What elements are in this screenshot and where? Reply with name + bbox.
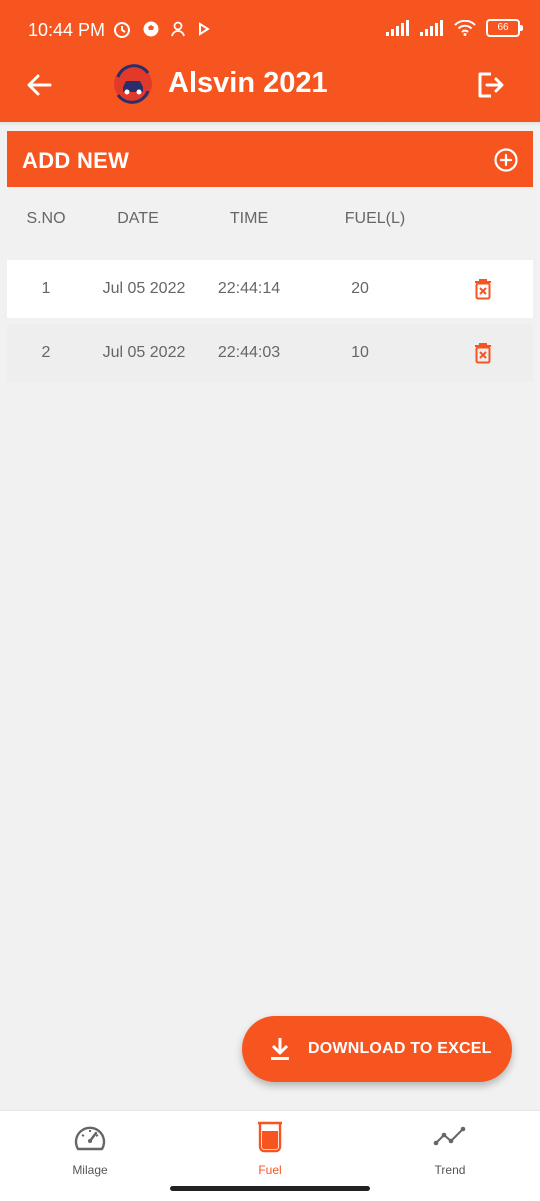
header-date: DATE <box>117 210 159 227</box>
fuel-beaker-icon <box>258 1121 282 1153</box>
add-new-label: ADD NEW <box>22 148 130 173</box>
signal-icon <box>386 20 409 36</box>
appbar-shadow <box>0 122 540 126</box>
row-fuel: 10 <box>351 344 369 361</box>
wifi-icon <box>454 20 476 36</box>
home-indicator[interactable] <box>170 1186 370 1191</box>
logout-icon[interactable] <box>476 70 504 100</box>
nav-trend[interactable]: Trend <box>360 1111 540 1201</box>
play-icon <box>199 22 210 36</box>
row-sno: 2 <box>41 344 51 361</box>
status-time: 10:44 PM <box>28 20 106 40</box>
alarm-icon <box>114 22 130 38</box>
header-fuel: FUEL(L) <box>344 210 406 227</box>
download-excel-button[interactable]: DOWNLOAD TO EXCEL <box>242 1016 512 1082</box>
nav-label: Milage <box>72 1163 108 1177</box>
battery-icon: 66 <box>486 19 523 37</box>
header-sno: S.NO <box>26 210 66 227</box>
nav-milage[interactable]: Milage <box>0 1111 180 1201</box>
speedometer-icon <box>74 1126 106 1151</box>
table-header: S.NO DATE TIME FUEL(L) <box>0 210 540 246</box>
car-logo-icon <box>114 64 152 104</box>
soccer-ball-icon <box>143 21 159 37</box>
status-bar: 10:44 PM 66 <box>0 0 540 60</box>
signal-icon <box>420 20 443 36</box>
header-time: TIME <box>229 210 269 227</box>
nav-label: Fuel <box>258 1163 282 1177</box>
status-left-icons <box>112 19 210 39</box>
row-time: 22:44:03 <box>217 344 281 361</box>
add-new-button[interactable]: ADD NEW <box>7 131 533 187</box>
delete-icon[interactable] <box>473 278 493 300</box>
row-time: 22:44:14 <box>217 280 281 297</box>
table-row: 1 Jul 05 2022 22:44:14 20 <box>7 260 533 318</box>
row-date: Jul 05 2022 <box>102 344 186 361</box>
table-row: 2 Jul 05 2022 22:44:03 10 <box>7 324 533 382</box>
plus-circle-icon[interactable] <box>493 147 519 173</box>
app-bar: 10:44 PM 66 Alsvin 2021 <box>0 0 540 122</box>
arrow-left-icon[interactable] <box>24 70 54 100</box>
status-right-icons: 66 <box>386 19 523 37</box>
download-icon <box>271 1038 289 1060</box>
row-date: Jul 05 2022 <box>102 280 186 297</box>
person-icon <box>171 21 185 37</box>
nav-label: Trend <box>434 1163 466 1177</box>
page-title: Alsvin 2021 <box>168 67 328 99</box>
row-sno: 1 <box>41 280 51 297</box>
row-fuel: 20 <box>351 280 369 297</box>
delete-icon[interactable] <box>473 342 493 364</box>
trend-line-icon <box>433 1126 466 1146</box>
download-excel-label: DOWNLOAD TO EXCEL <box>308 1040 492 1057</box>
